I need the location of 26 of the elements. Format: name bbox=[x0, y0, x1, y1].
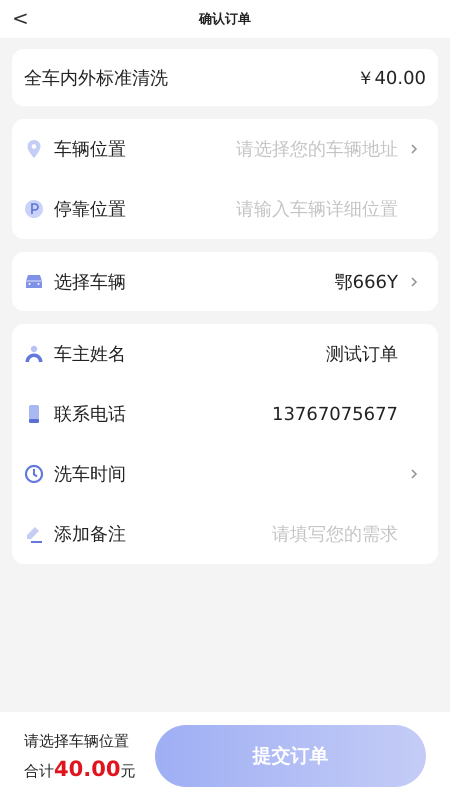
field-label: 车辆位置 bbox=[54, 138, 126, 161]
field-label: 添加备注 bbox=[54, 523, 126, 546]
location-hint: 请选择车辆位置 bbox=[24, 732, 130, 750]
field-label: 联系电话 bbox=[54, 403, 126, 426]
input-field[interactable]: 请选择您的车辆地址 bbox=[126, 138, 398, 160]
chevron-icon[interactable] bbox=[410, 276, 418, 288]
chevron-icon[interactable] bbox=[410, 143, 418, 155]
input-field[interactable]: 请输入车辆详细位置 bbox=[126, 198, 398, 220]
page-title: 确认订单 bbox=[199, 11, 251, 28]
person-icon bbox=[24, 344, 44, 364]
input-field[interactable]: 请填写您的需求 bbox=[126, 524, 398, 544]
chevron-icon[interactable] bbox=[410, 468, 418, 480]
field-label: 洗车时间 bbox=[54, 463, 126, 486]
field-label: 停靠位置 bbox=[54, 198, 126, 221]
field-value: 测试订单 bbox=[325, 343, 398, 366]
field-label: 车主姓名 bbox=[54, 343, 126, 366]
order-total: 合计40.00元 bbox=[24, 756, 136, 780]
pencil-icon bbox=[24, 524, 44, 544]
service-name: 全车内外标准清洗 bbox=[24, 66, 168, 90]
service-price: ￥40.00 bbox=[356, 66, 426, 90]
back-button[interactable]: < bbox=[6, 4, 35, 32]
clock-icon bbox=[24, 464, 44, 484]
field-value: 鄂666Y bbox=[334, 270, 398, 294]
field-value: 13767075677 bbox=[271, 404, 398, 424]
parking-icon bbox=[24, 199, 44, 219]
field-label: 选择车辆 bbox=[54, 270, 126, 294]
